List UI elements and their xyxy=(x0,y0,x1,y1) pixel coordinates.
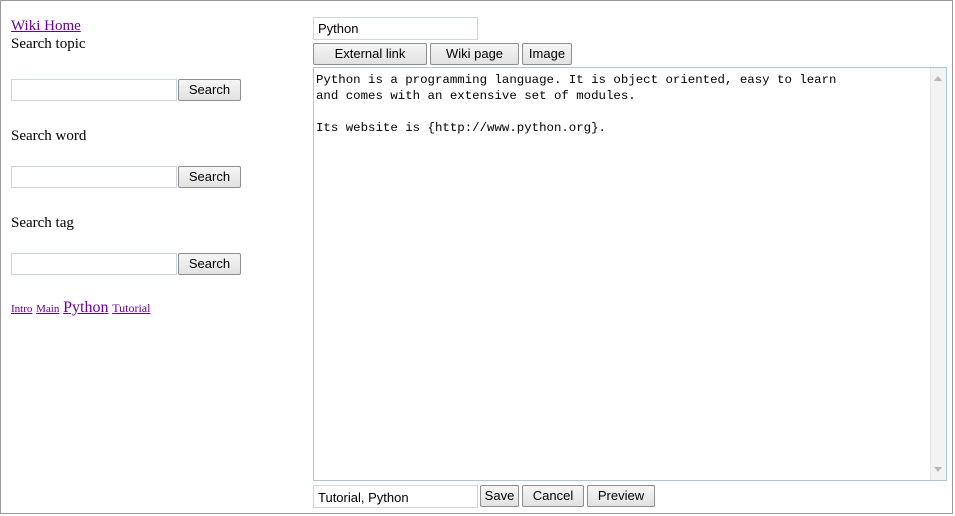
scroll-up-icon[interactable] xyxy=(934,76,942,81)
page-frame: Wiki Home Search topic Search Search wor… xyxy=(0,0,953,514)
search-tag-input[interactable] xyxy=(11,253,177,275)
save-button[interactable]: Save xyxy=(480,485,519,507)
image-button[interactable]: Image xyxy=(522,43,572,65)
external-link-button[interactable]: External link xyxy=(313,43,427,65)
tag-link-python[interactable]: Python xyxy=(63,299,108,316)
tag-cloud: Intro Main Python Tutorial xyxy=(11,299,150,317)
search-word-label: Search word xyxy=(11,128,87,144)
scroll-down-icon[interactable] xyxy=(934,467,942,472)
wiki-page-button[interactable]: Wiki page xyxy=(430,43,519,65)
search-topic-button[interactable]: Search xyxy=(178,79,241,101)
search-tag-label: Search tag xyxy=(11,215,74,231)
search-topic-input[interactable] xyxy=(11,79,177,101)
tag-link-intro[interactable]: Intro xyxy=(11,303,32,315)
tag-link-main[interactable]: Main xyxy=(36,303,59,315)
search-word-input[interactable] xyxy=(11,166,177,188)
search-topic-label: Search topic xyxy=(11,36,86,52)
search-tag-button[interactable]: Search xyxy=(178,253,241,275)
cancel-button[interactable]: Cancel xyxy=(522,485,584,507)
search-word-button[interactable]: Search xyxy=(178,166,241,188)
wiki-home-link[interactable]: Wiki Home xyxy=(11,18,81,35)
content-text[interactable]: Python is a programming language. It is … xyxy=(315,72,928,136)
preview-button[interactable]: Preview xyxy=(587,485,655,507)
textarea-scrollbar[interactable] xyxy=(930,68,946,480)
content-textarea[interactable]: Python is a programming language. It is … xyxy=(313,67,947,481)
page-title-input[interactable]: Python xyxy=(313,17,478,40)
tag-link-tutorial[interactable]: Tutorial xyxy=(112,301,150,315)
tags-input[interactable]: Tutorial, Python xyxy=(313,485,478,508)
